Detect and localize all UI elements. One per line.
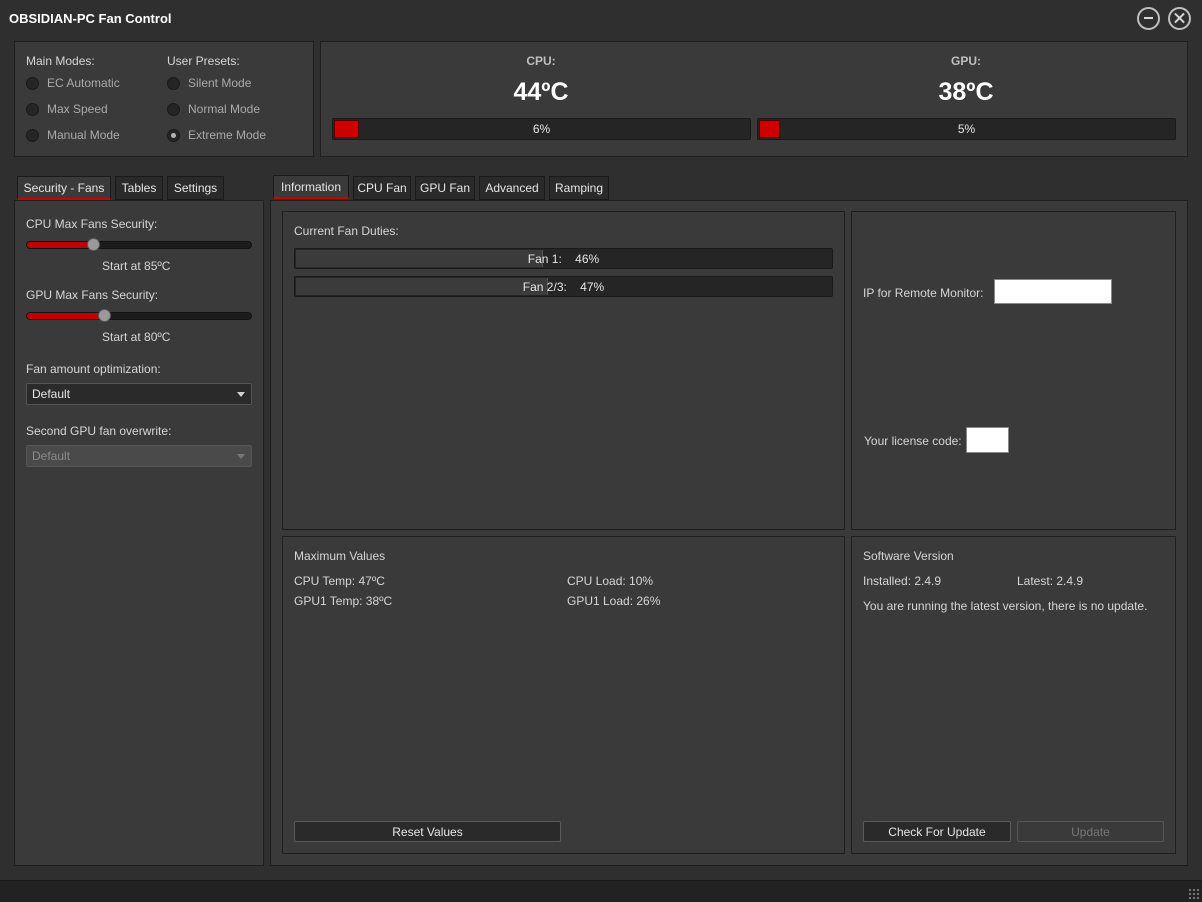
max-cpu-temp: CPU Temp: 47ºC: [294, 574, 385, 588]
radio-normal-mode[interactable]: Normal Mode: [167, 99, 266, 119]
gpu-max-fans-security-slider[interactable]: [26, 309, 252, 322]
tab-gpu-fan[interactable]: GPU Fan: [415, 176, 475, 200]
radio-manual-mode[interactable]: Manual Mode: [26, 125, 120, 145]
cpu-max-fans-security-slider[interactable]: [26, 238, 252, 251]
max-gpu1-load: GPU1 Load: 26%: [567, 594, 661, 608]
gpu-label: GPU:: [951, 54, 981, 68]
fan23-label: Fan 2/3:: [522, 280, 567, 294]
latest-version: Latest: 2.4.9: [1017, 574, 1084, 588]
software-version-title: Software Version: [863, 549, 954, 563]
fan-amount-optimization-label: Fan amount optimization:: [26, 362, 161, 376]
radio-normal-mode-label: Normal Mode: [188, 102, 261, 116]
radio-normal-mode-indicator[interactable]: [167, 102, 180, 116]
status-bar: [0, 880, 1202, 902]
second-gpu-fan-overwrite-value: Default: [32, 449, 71, 463]
maximum-values-title: Maximum Values: [294, 549, 386, 563]
check-for-update-button[interactable]: Check For Update: [863, 821, 1011, 842]
cpu-start-temp: Start at 85ºC: [102, 259, 171, 273]
radio-silent-mode[interactable]: Silent Mode: [167, 73, 266, 93]
radio-silent-mode-indicator[interactable]: [167, 76, 180, 90]
radio-ec-automatic-label: EC Automatic: [47, 76, 120, 90]
close-button[interactable]: [1168, 7, 1191, 30]
fan1-value: 46%: [575, 252, 600, 266]
update-button: Update: [1017, 821, 1164, 842]
gpu-max-fans-security-label: GPU Max Fans Security:: [26, 288, 159, 302]
cpu-slider-fill: [27, 242, 93, 248]
fan1-duty-text: Fan 1: 46%: [295, 252, 832, 266]
radio-extreme-mode[interactable]: Extreme Mode: [167, 125, 266, 145]
radio-silent-mode-label: Silent Mode: [188, 76, 252, 90]
max-cpu-load: CPU Load: 10%: [567, 574, 654, 588]
fan-amount-optimization-select[interactable]: Default: [26, 383, 252, 405]
radio-max-speed-indicator[interactable]: [26, 102, 39, 116]
cpu-load-bar: 6%: [332, 118, 751, 140]
fan1-label: Fan 1:: [527, 252, 562, 266]
tab-cpu-fan[interactable]: CPU Fan: [353, 176, 411, 200]
chevron-down-icon: [237, 454, 245, 459]
radio-ec-automatic[interactable]: EC Automatic: [26, 73, 120, 93]
radio-extreme-mode-label: Extreme Mode: [188, 128, 267, 142]
gpu-load-bar: 5%: [757, 118, 1176, 140]
license-code-label: Your license code:: [864, 434, 962, 448]
fan23-duty-text: Fan 2/3: 47%: [295, 280, 832, 294]
radio-ec-automatic-indicator[interactable]: [26, 76, 39, 90]
window-title: OBSIDIAN-PC Fan Control: [9, 11, 172, 26]
tab-settings[interactable]: Settings: [167, 176, 224, 200]
radio-max-speed-label: Max Speed: [47, 102, 108, 116]
chevron-down-icon: [237, 392, 245, 397]
gpu-temperature: 38ºC: [938, 78, 994, 106]
license-code-input[interactable]: [966, 427, 1009, 453]
second-gpu-fan-overwrite-label: Second GPU fan overwrite:: [26, 424, 172, 438]
tab-advanced[interactable]: Advanced: [479, 176, 545, 200]
fan23-value: 47%: [580, 280, 605, 294]
cpu-label: CPU:: [526, 54, 556, 68]
fan23-duty-bar: Fan 2/3: 47%: [294, 276, 833, 297]
gpu-start-temp: Start at 80ºC: [102, 330, 171, 344]
radio-manual-mode-indicator[interactable]: [26, 128, 39, 142]
remote-monitor-group: [851, 211, 1176, 530]
gpu-slider-fill: [27, 313, 104, 319]
radio-max-speed[interactable]: Max Speed: [26, 99, 120, 119]
max-gpu1-temp: GPU1 Temp: 38ºC: [294, 594, 393, 608]
title-bar: [0, 0, 1202, 36]
cpu-max-fans-security-label: CPU Max Fans Security:: [26, 217, 158, 231]
gpu-load-text: 5%: [957, 122, 976, 136]
fan-duties-title: Current Fan Duties:: [294, 224, 399, 238]
update-status-message: You are running the latest version, ther…: [863, 599, 1148, 613]
resize-grip-icon[interactable]: [1188, 888, 1200, 900]
reset-values-button[interactable]: Reset Values: [294, 821, 561, 842]
fan1-duty-bar: Fan 1: 46%: [294, 248, 833, 269]
fan-amount-optimization-value: Default: [32, 387, 71, 401]
ip-remote-monitor-label: IP for Remote Monitor:: [863, 286, 984, 300]
user-presets-label: User Presets:: [167, 54, 240, 68]
user-presets-group: Silent Mode Normal Mode Extreme Mode: [167, 73, 266, 145]
tab-security-fans[interactable]: Security - Fans: [17, 176, 111, 200]
ip-remote-monitor-input[interactable]: [994, 279, 1112, 304]
radio-manual-mode-label: Manual Mode: [47, 128, 120, 142]
tab-information[interactable]: Information: [273, 175, 349, 199]
tab-ramping[interactable]: Ramping: [549, 176, 609, 200]
installed-version: Installed: 2.4.9: [863, 574, 942, 588]
second-gpu-fan-overwrite-select: Default: [26, 445, 252, 467]
radio-extreme-mode-indicator[interactable]: [167, 128, 180, 142]
main-modes-label: Main Modes:: [26, 54, 95, 68]
tab-tables[interactable]: Tables: [115, 176, 163, 200]
main-modes-group: EC Automatic Max Speed Manual Mode: [26, 73, 120, 145]
cpu-temperature: 44ºC: [513, 78, 569, 106]
cpu-load-text: 6%: [532, 122, 551, 136]
gpu-slider-handle[interactable]: [98, 309, 111, 322]
cpu-slider-handle[interactable]: [87, 238, 100, 251]
minimize-button[interactable]: [1137, 7, 1160, 30]
